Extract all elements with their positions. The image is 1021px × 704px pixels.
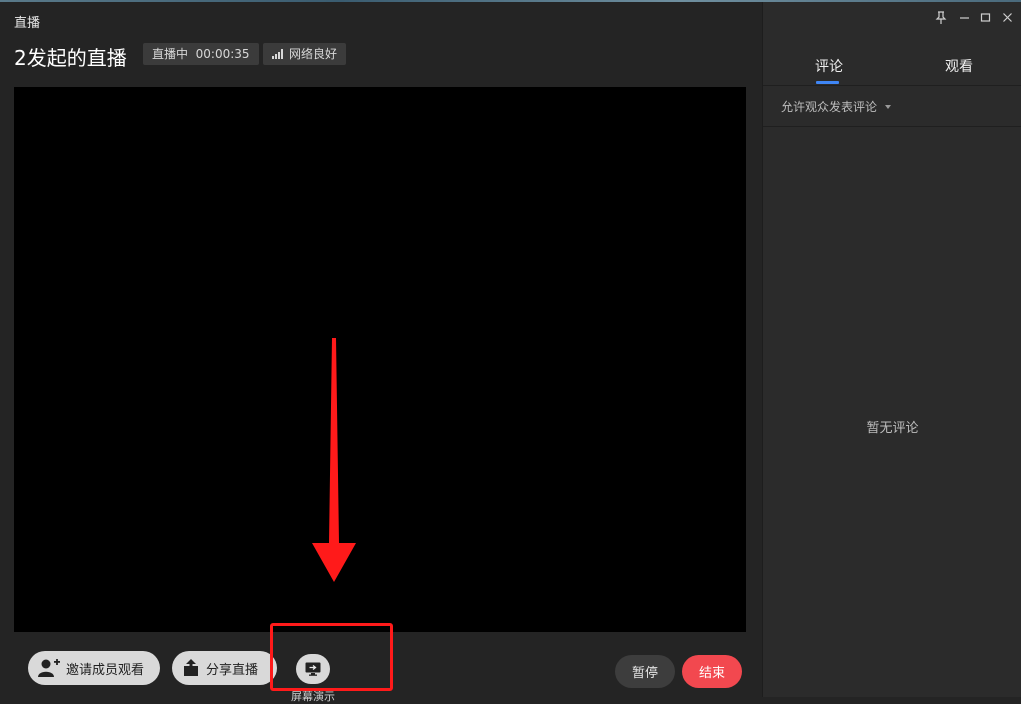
share-icon bbox=[184, 659, 198, 676]
end-button[interactable]: 结束 bbox=[682, 655, 742, 688]
close-icon[interactable] bbox=[1000, 10, 1014, 24]
active-tab-indicator bbox=[816, 81, 839, 84]
live-title: 2发起的直播 bbox=[14, 46, 127, 70]
dropdown-caret-icon bbox=[885, 104, 892, 109]
invite-members-label: 邀请成员观看 bbox=[66, 662, 145, 678]
live-duration: 00:00:35 bbox=[195, 47, 250, 61]
add-user-icon bbox=[38, 659, 60, 677]
live-stream-window: 直播 2发起的直播 直播中 00:00:35 网络良好 邀请成员观看 分享直播 … bbox=[0, 2, 1021, 703]
network-status-text: 网络良好 bbox=[289, 47, 338, 61]
maximize-icon[interactable] bbox=[978, 10, 992, 24]
tab-comments[interactable]: 评论 bbox=[815, 56, 843, 76]
live-status-badge: 直播中 00:00:35 bbox=[143, 43, 259, 65]
share-live-button[interactable]: 分享直播 bbox=[172, 651, 277, 685]
tab-viewers[interactable]: 观看 bbox=[945, 56, 973, 76]
comment-permission-label: 允许观众发表评论 bbox=[781, 100, 878, 114]
annotation-highlight-box bbox=[270, 623, 393, 691]
video-preview bbox=[14, 87, 746, 632]
annotation-arrow bbox=[312, 338, 356, 582]
pause-button[interactable]: 暂停 bbox=[615, 655, 675, 688]
signal-icon bbox=[272, 49, 283, 59]
minimize-icon[interactable] bbox=[957, 10, 971, 24]
stream-pane: 直播 2发起的直播 直播中 00:00:35 网络良好 邀请成员观看 分享直播 … bbox=[0, 2, 762, 703]
comment-permission-dropdown[interactable]: 允许观众发表评论 bbox=[763, 87, 1021, 127]
pin-icon[interactable] bbox=[934, 10, 948, 24]
live-status-text: 直播中 bbox=[152, 47, 189, 61]
panel-tabs: 评论 观看 bbox=[763, 42, 1021, 86]
empty-comments-text: 暂无评论 bbox=[866, 421, 919, 436]
window-title: 直播 bbox=[14, 16, 41, 31]
network-badge: 网络良好 bbox=[263, 43, 347, 65]
share-live-label: 分享直播 bbox=[206, 662, 259, 678]
invite-members-button[interactable]: 邀请成员观看 bbox=[28, 651, 160, 685]
comments-panel: 评论 观看 允许观众发表评论 暂无评论 bbox=[762, 2, 1021, 697]
